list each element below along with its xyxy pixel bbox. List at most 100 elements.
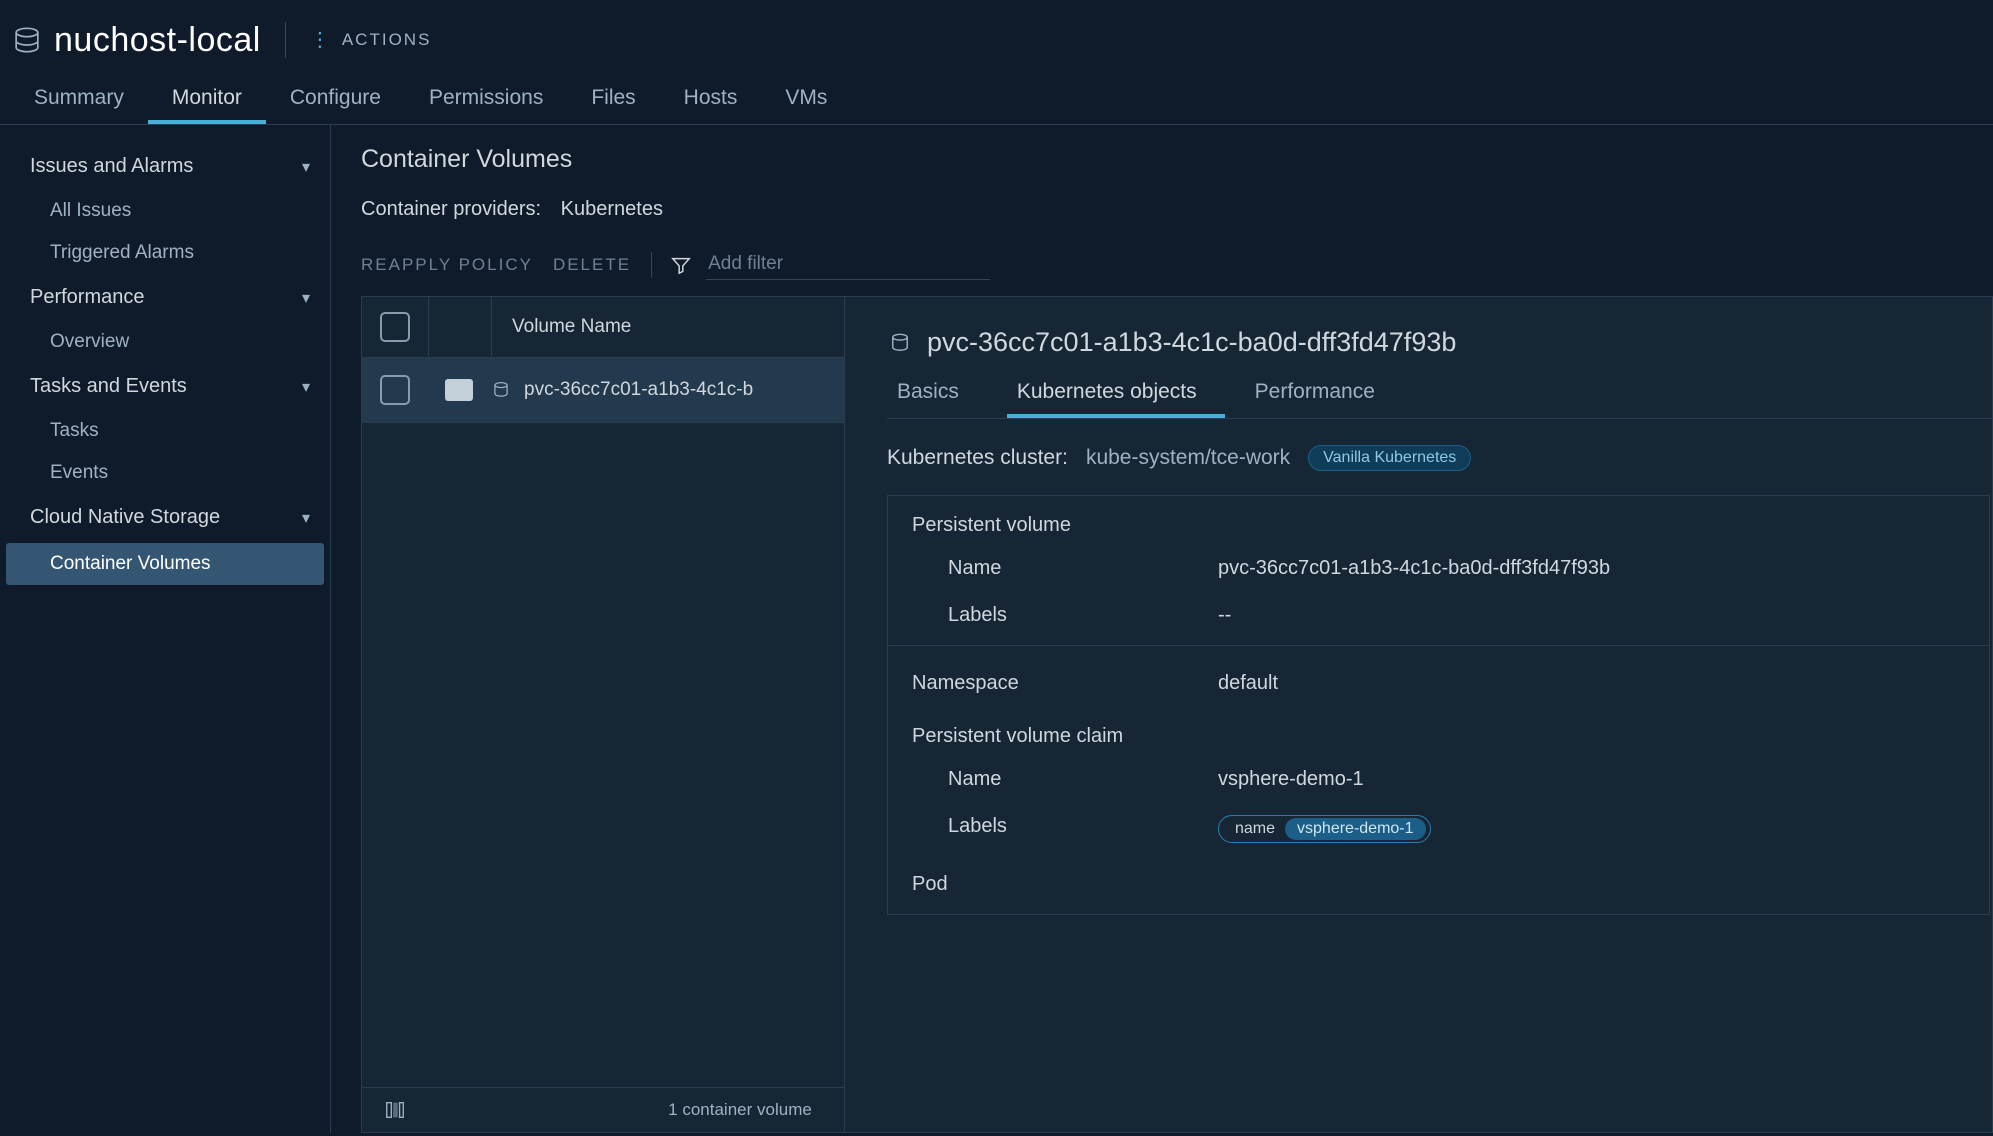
namespace-value: default — [1218, 672, 1278, 695]
pv-name-row: Name pvc-36cc7c01-a1b3-4c1c-ba0d-dff3fd4… — [888, 545, 1989, 592]
actions-dots-icon: ⋮ — [310, 35, 332, 45]
name-label: Name — [948, 557, 1218, 580]
namespace-row: Namespace default — [888, 652, 1989, 707]
pvc-name-row: Name vsphere-demo-1 — [888, 756, 1989, 803]
tab-permissions[interactable]: Permissions — [405, 76, 567, 124]
checkbox-icon — [380, 375, 410, 405]
provider-label: Container providers: — [361, 198, 541, 220]
row-name-cell: pvc-36cc7c01-a1b3-4c1c-b — [490, 379, 844, 401]
detail-icon — [445, 379, 473, 401]
side-group-label: Tasks and Events — [30, 375, 187, 398]
side-group-cloud-native-storage[interactable]: Cloud Native Storage ▾ — [0, 494, 330, 541]
pvc-labels-row: Labels name vsphere-demo-1 — [888, 803, 1989, 855]
page-title: nuchost-local — [54, 21, 261, 60]
table-header: Volume Name — [362, 297, 844, 358]
pv-labels: -- — [1218, 604, 1231, 627]
detail-panel: pvc-36cc7c01-a1b3-4c1c-ba0d-dff3fd47f93b… — [845, 297, 1992, 1132]
row-details-toggle[interactable] — [428, 379, 490, 401]
row-checkbox[interactable] — [362, 375, 428, 405]
tab-files[interactable]: Files — [567, 76, 659, 124]
detail-title: pvc-36cc7c01-a1b3-4c1c-ba0d-dff3fd47f93b — [927, 327, 1456, 358]
tab-summary[interactable]: Summary — [10, 76, 148, 124]
actions-label: ACTIONS — [342, 30, 432, 50]
chevron-down-icon: ▾ — [302, 508, 310, 528]
label-key: name — [1235, 820, 1275, 838]
volume-icon — [887, 330, 913, 356]
expand-col — [429, 297, 492, 357]
separator — [888, 645, 1989, 646]
labels-label: Labels — [948, 815, 1218, 843]
reapply-policy-button[interactable]: REAPPLY POLICY — [361, 255, 533, 275]
pv-labels-row: Labels -- — [888, 592, 1989, 639]
pvc-section: Persistent volume claim — [888, 707, 1989, 756]
namespace-label: Namespace — [912, 672, 1218, 695]
tab-vms[interactable]: VMs — [761, 76, 851, 124]
table-row[interactable]: pvc-36cc7c01-a1b3-4c1c-b — [362, 358, 844, 423]
side-group-label: Performance — [30, 286, 145, 309]
body: Issues and Alarms ▾ All Issues Triggered… — [0, 125, 1993, 1133]
labels-label: Labels — [948, 604, 1218, 627]
filter-icon[interactable] — [670, 254, 692, 276]
table-footer: 1 container volume — [362, 1087, 844, 1132]
side-group-issues[interactable]: Issues and Alarms ▾ — [0, 143, 330, 190]
actions-menu[interactable]: ⋮ ACTIONS — [310, 30, 432, 50]
detail-subtabs: Basics Kubernetes objects Performance — [887, 370, 1992, 419]
action-bar: REAPPLY POLICY DELETE — [361, 249, 1993, 280]
datastore-icon — [12, 25, 42, 55]
table-empty-area — [362, 423, 844, 1087]
volume-icon — [490, 379, 512, 401]
pv-name: pvc-36cc7c01-a1b3-4c1c-ba0d-dff3fd47f93b — [1218, 557, 1610, 580]
sidebar-item-container-volumes[interactable]: Container Volumes — [6, 543, 324, 585]
cluster-label: Kubernetes cluster: — [887, 446, 1068, 470]
pod-section: Pod — [888, 855, 1989, 914]
name-label: Name — [948, 768, 1218, 791]
header: nuchost-local ⋮ ACTIONS — [0, 0, 1993, 76]
cluster-badge: Vanilla Kubernetes — [1308, 445, 1471, 471]
sidebar: Issues and Alarms ▾ All Issues Triggered… — [0, 125, 331, 1133]
subtab-performance[interactable]: Performance — [1245, 370, 1403, 418]
kubernetes-cluster-row: Kubernetes cluster: kube-system/tce-work… — [887, 445, 1992, 471]
detail-header: pvc-36cc7c01-a1b3-4c1c-ba0d-dff3fd47f93b — [887, 327, 1992, 358]
row-name: pvc-36cc7c01-a1b3-4c1c-b — [524, 379, 753, 401]
chevron-down-icon: ▾ — [302, 157, 310, 177]
side-group-performance[interactable]: Performance ▾ — [0, 274, 330, 321]
chevron-down-icon: ▾ — [302, 377, 310, 397]
tab-monitor[interactable]: Monitor — [148, 76, 266, 124]
pv-section: Persistent volume — [888, 496, 1989, 545]
filter-input[interactable] — [706, 249, 990, 280]
side-group-label: Issues and Alarms — [30, 155, 193, 178]
main-heading: Container Volumes — [361, 145, 1993, 174]
tab-hosts[interactable]: Hosts — [660, 76, 762, 124]
separator — [651, 252, 652, 278]
delete-button[interactable]: DELETE — [553, 255, 631, 275]
cluster-value: kube-system/tce-work — [1086, 446, 1290, 470]
label-value: vsphere-demo-1 — [1285, 818, 1426, 840]
subtab-kubernetes-objects[interactable]: Kubernetes objects — [1007, 370, 1225, 418]
side-group-label: Cloud Native Storage — [30, 506, 220, 529]
main-tabs: Summary Monitor Configure Permissions Fi… — [0, 76, 1993, 125]
sidebar-item-tasks[interactable]: Tasks — [0, 410, 330, 452]
chevron-down-icon: ▾ — [302, 288, 310, 308]
main: Container Volumes Container providers: K… — [331, 125, 1993, 1133]
sidebar-item-events[interactable]: Events — [0, 452, 330, 494]
separator — [285, 22, 286, 58]
side-group-tasks-events[interactable]: Tasks and Events ▾ — [0, 363, 330, 410]
label-chip: name vsphere-demo-1 — [1218, 815, 1431, 843]
sidebar-item-overview[interactable]: Overview — [0, 321, 330, 363]
tab-configure[interactable]: Configure — [266, 76, 405, 124]
sidebar-item-all-issues[interactable]: All Issues — [0, 190, 330, 232]
row-count: 1 container volume — [668, 1100, 812, 1120]
info-box: Persistent volume Name pvc-36cc7c01-a1b3… — [887, 495, 1990, 915]
pvc-name: vsphere-demo-1 — [1218, 768, 1364, 791]
sidebar-item-triggered-alarms[interactable]: Triggered Alarms — [0, 232, 330, 274]
pvc-labels: name vsphere-demo-1 — [1218, 815, 1431, 843]
split: Volume Name pvc-36cc7c01-a1b3-4c1c-b — [361, 296, 1993, 1133]
col-volume-name[interactable]: Volume Name — [492, 316, 844, 338]
provider-row: Container providers: Kubernetes — [361, 198, 1993, 221]
table-panel: Volume Name pvc-36cc7c01-a1b3-4c1c-b — [362, 297, 845, 1132]
provider-value: Kubernetes — [561, 198, 663, 220]
checkbox-icon — [380, 312, 410, 342]
subtab-basics[interactable]: Basics — [887, 370, 987, 418]
column-picker-icon[interactable] — [384, 1099, 406, 1121]
select-all-checkbox[interactable] — [362, 297, 429, 357]
